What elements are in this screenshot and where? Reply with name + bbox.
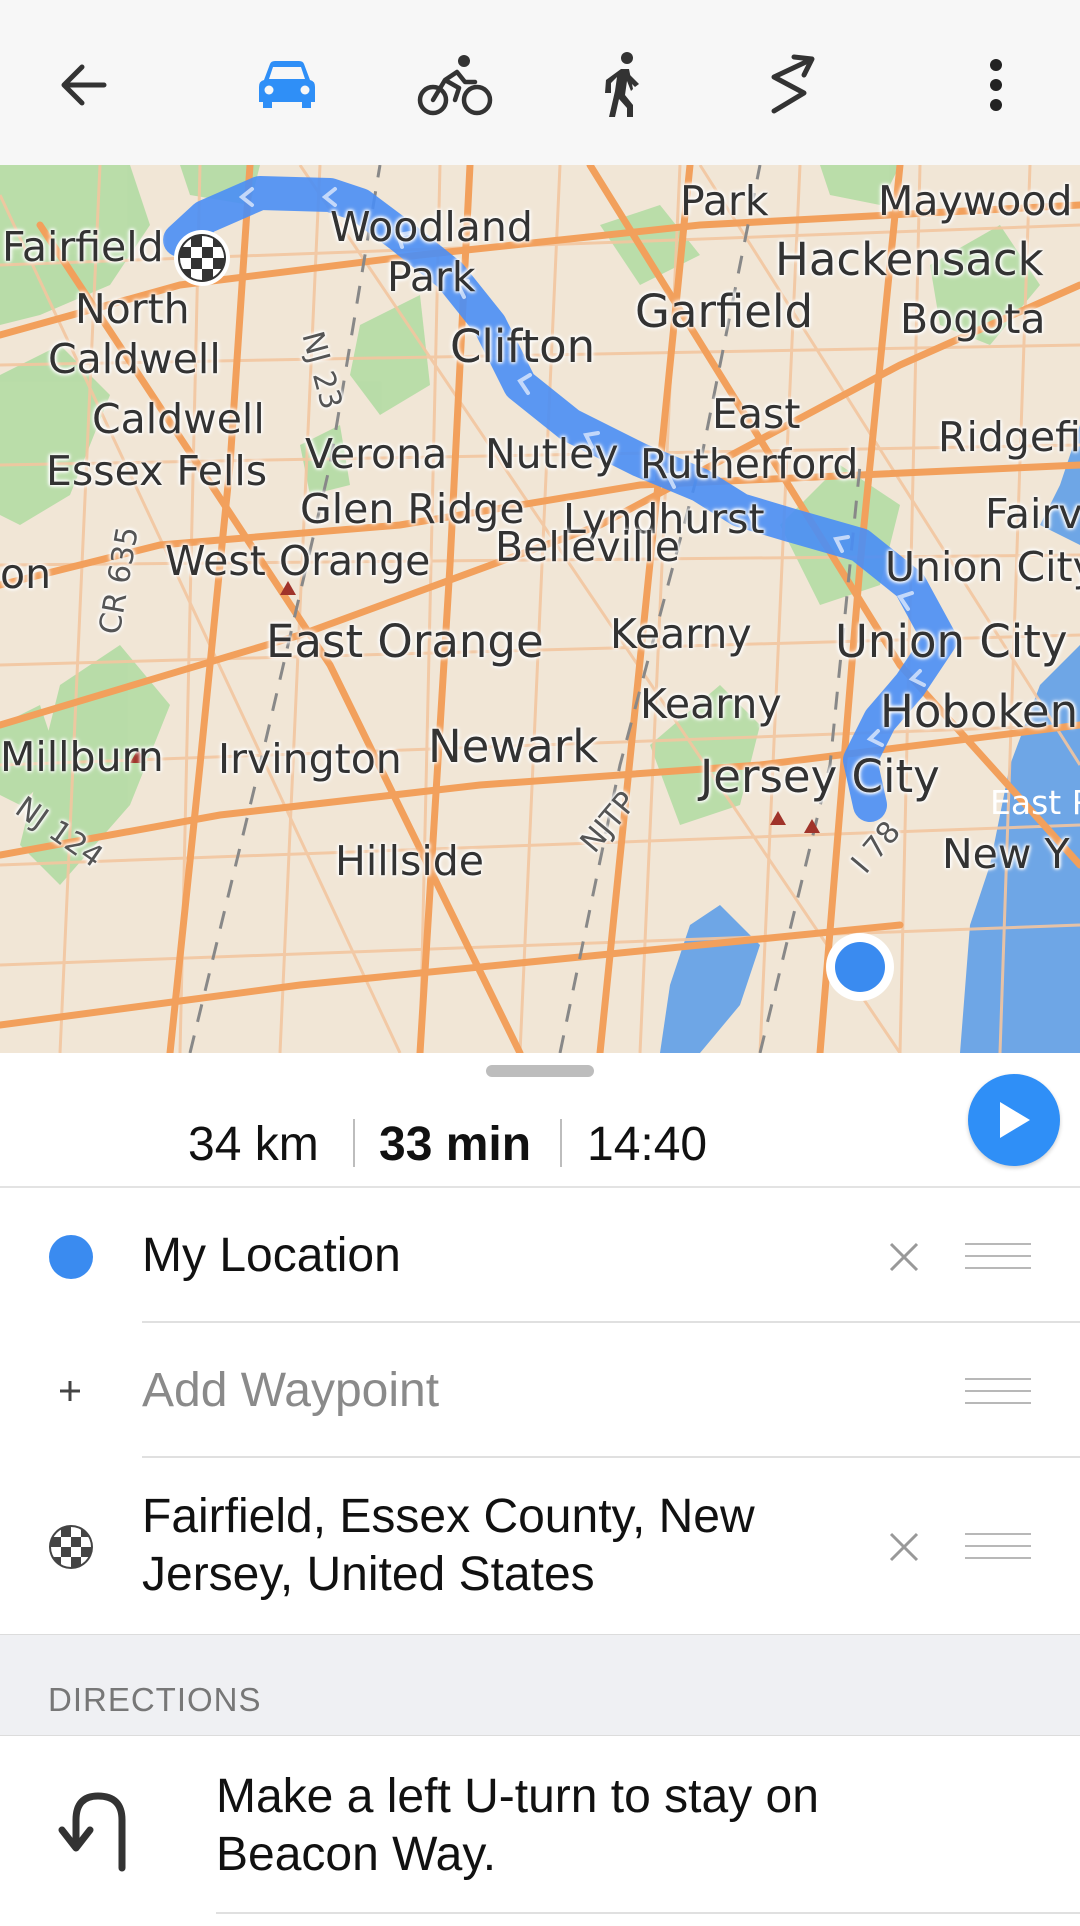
mode-bicycle-button[interactable] bbox=[405, 35, 505, 135]
start-navigation-button[interactable] bbox=[968, 1074, 1060, 1166]
map-label: on bbox=[0, 550, 52, 598]
plus-icon bbox=[60, 1381, 80, 1401]
arrow-left-icon bbox=[61, 64, 107, 106]
reorder-handle[interactable] bbox=[965, 1378, 1031, 1406]
destination-marker bbox=[174, 230, 230, 286]
add-waypoint-row[interactable]: Add Waypoint bbox=[0, 1323, 1080, 1458]
location-dot-icon bbox=[49, 1235, 93, 1279]
route-summary[interactable]: 34 km 33 min 14:40 bbox=[0, 1053, 1080, 1188]
mode-car-button[interactable] bbox=[237, 35, 337, 135]
destination-line-1: Fairfield, Essex County, New bbox=[142, 1490, 755, 1543]
map-label: Kearny bbox=[610, 610, 752, 658]
current-location-marker bbox=[826, 933, 894, 1001]
map-label: Park bbox=[680, 177, 769, 225]
map-label: Caldwell bbox=[92, 395, 265, 443]
map-label: Fairv bbox=[985, 490, 1080, 538]
walking-icon bbox=[605, 52, 639, 117]
map-label: Ridgefi bbox=[938, 413, 1080, 461]
bicycle-icon bbox=[417, 55, 493, 116]
route-duration: 33 min bbox=[379, 1118, 532, 1171]
map-label: Kearny bbox=[640, 680, 782, 728]
map-label: Millburn bbox=[0, 733, 164, 781]
u-turn-left-icon bbox=[58, 1792, 126, 1872]
map-label: Verona bbox=[305, 430, 448, 478]
reorder-handle[interactable] bbox=[965, 1243, 1031, 1271]
reorder-handle[interactable] bbox=[965, 1533, 1031, 1561]
map-label: Bogota bbox=[900, 295, 1046, 343]
zigzag-icon bbox=[771, 54, 815, 114]
map-label: Garfield bbox=[635, 285, 814, 338]
map-label: Park bbox=[387, 253, 476, 301]
separator bbox=[560, 1119, 562, 1167]
separator bbox=[353, 1119, 355, 1167]
directions-title: DIRECTIONS bbox=[48, 1681, 262, 1718]
map-label: Jersey City bbox=[700, 750, 940, 803]
waypoint-destination-row[interactable]: Fairfield, Essex County, New Jersey, Uni… bbox=[0, 1458, 1080, 1634]
car-icon bbox=[259, 61, 315, 108]
mode-walk-button[interactable] bbox=[572, 35, 672, 135]
map-label: Irvington bbox=[218, 735, 402, 783]
map-label: Maywood bbox=[878, 177, 1073, 225]
map-label: East Orange bbox=[266, 615, 544, 668]
direction-instruction: Make a left U-turn to stay on Beacon Way… bbox=[216, 1768, 1016, 1884]
map-label: Rutherford bbox=[640, 440, 859, 488]
destination-label: Fairfield, Essex County, New Jersey, Uni… bbox=[142, 1488, 755, 1604]
map-label: Clifton bbox=[450, 320, 596, 373]
map-label: Hackensack bbox=[775, 233, 1044, 286]
add-waypoint-placeholder: Add Waypoint bbox=[142, 1364, 440, 1417]
map-label: Fairfield bbox=[2, 223, 164, 271]
more-vertical-icon bbox=[990, 59, 1002, 111]
divider bbox=[216, 1912, 1080, 1914]
map-label: Union City bbox=[835, 615, 1068, 668]
map-label: Hillside bbox=[335, 837, 485, 885]
direction-step[interactable]: Make a left U-turn to stay on Beacon Way… bbox=[0, 1736, 1080, 1926]
overflow-menu-button[interactable] bbox=[946, 35, 1046, 135]
direction-line-2: Beacon Way. bbox=[216, 1828, 497, 1881]
play-icon bbox=[1000, 1102, 1030, 1138]
route-map[interactable]: Fairfield Woodland Park Park Maywood Hac… bbox=[0, 165, 1080, 1053]
waypoint-start-row[interactable]: My Location bbox=[0, 1188, 1080, 1323]
back-button[interactable] bbox=[34, 35, 134, 135]
map-label: Woodland bbox=[330, 203, 533, 251]
direction-line-1: Make a left U-turn to stay on bbox=[216, 1770, 819, 1823]
checkered-flag-icon bbox=[49, 1525, 93, 1569]
map-label: Glen Ridge bbox=[300, 485, 525, 533]
map-label: Nutley bbox=[485, 430, 619, 478]
remove-waypoint-button[interactable] bbox=[886, 1239, 922, 1275]
directions-header: DIRECTIONS bbox=[0, 1634, 1080, 1736]
map-label: Union City bbox=[885, 543, 1080, 591]
start-location-label: My Location bbox=[142, 1229, 401, 1282]
map-label: North bbox=[75, 285, 190, 333]
route-distance: 34 km bbox=[188, 1118, 319, 1171]
map-label: Newark bbox=[428, 720, 599, 773]
destination-line-2: Jersey, United States bbox=[142, 1548, 595, 1601]
map-label: East bbox=[712, 390, 801, 438]
map-label: New Y bbox=[942, 830, 1070, 878]
top-toolbar bbox=[0, 0, 1080, 166]
arrival-time: 14:40 bbox=[587, 1118, 708, 1171]
map-label: Essex Fells bbox=[46, 447, 268, 495]
map-label: East R bbox=[990, 783, 1080, 822]
remove-waypoint-button[interactable] bbox=[886, 1529, 922, 1565]
mode-direct-button[interactable] bbox=[742, 35, 842, 135]
drag-handle[interactable] bbox=[486, 1065, 594, 1077]
map-label: Caldwell bbox=[48, 335, 221, 383]
map-label: West Orange bbox=[165, 537, 431, 585]
map-label: Belleville bbox=[495, 523, 681, 571]
map-label: Hoboken bbox=[880, 685, 1079, 738]
